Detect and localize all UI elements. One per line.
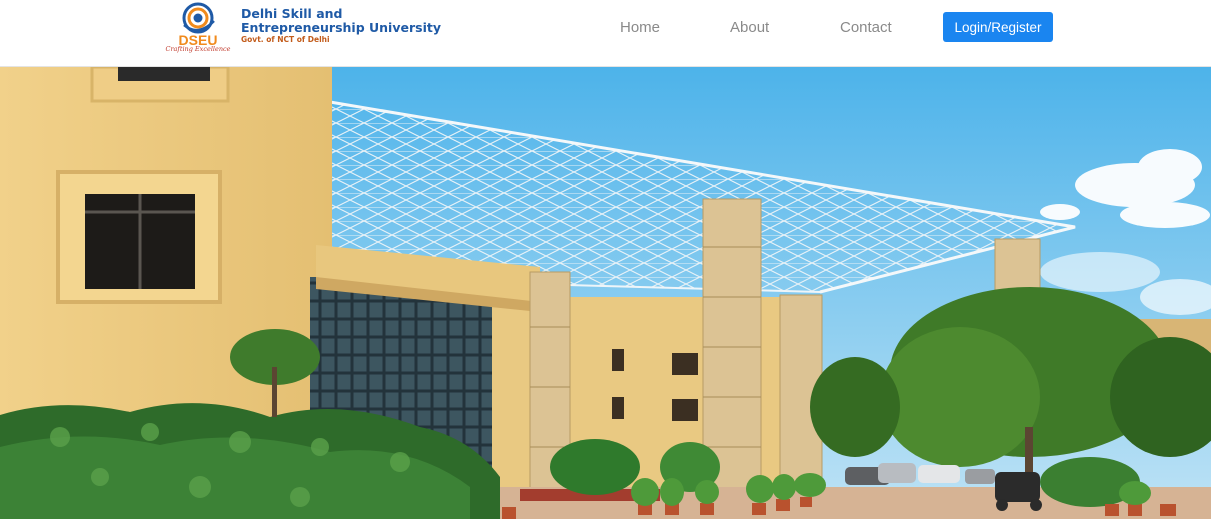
logo-tagline: Crafting Excellence xyxy=(165,45,231,53)
brand[interactable]: DSEU Crafting Excellence Delhi Skill and… xyxy=(160,0,460,67)
university-name-line2: Entrepreneurship University xyxy=(241,20,441,35)
nav-link-contact[interactable]: Contact xyxy=(840,19,892,36)
nav-link-about[interactable]: About xyxy=(730,19,769,36)
university-name-line1: Delhi Skill and xyxy=(241,6,343,21)
site-header: DSEU Crafting Excellence Delhi Skill and… xyxy=(0,0,1211,67)
hero-banner xyxy=(0,67,1211,519)
campus-building-image xyxy=(0,67,1211,519)
login-register-button[interactable]: Login/Register xyxy=(943,12,1053,42)
nav-link-home[interactable]: Home xyxy=(620,19,660,36)
government-label: Govt. of NCT of Delhi xyxy=(241,35,330,44)
university-name[interactable]: Delhi Skill and Entrepreneurship Univers… xyxy=(241,6,471,45)
